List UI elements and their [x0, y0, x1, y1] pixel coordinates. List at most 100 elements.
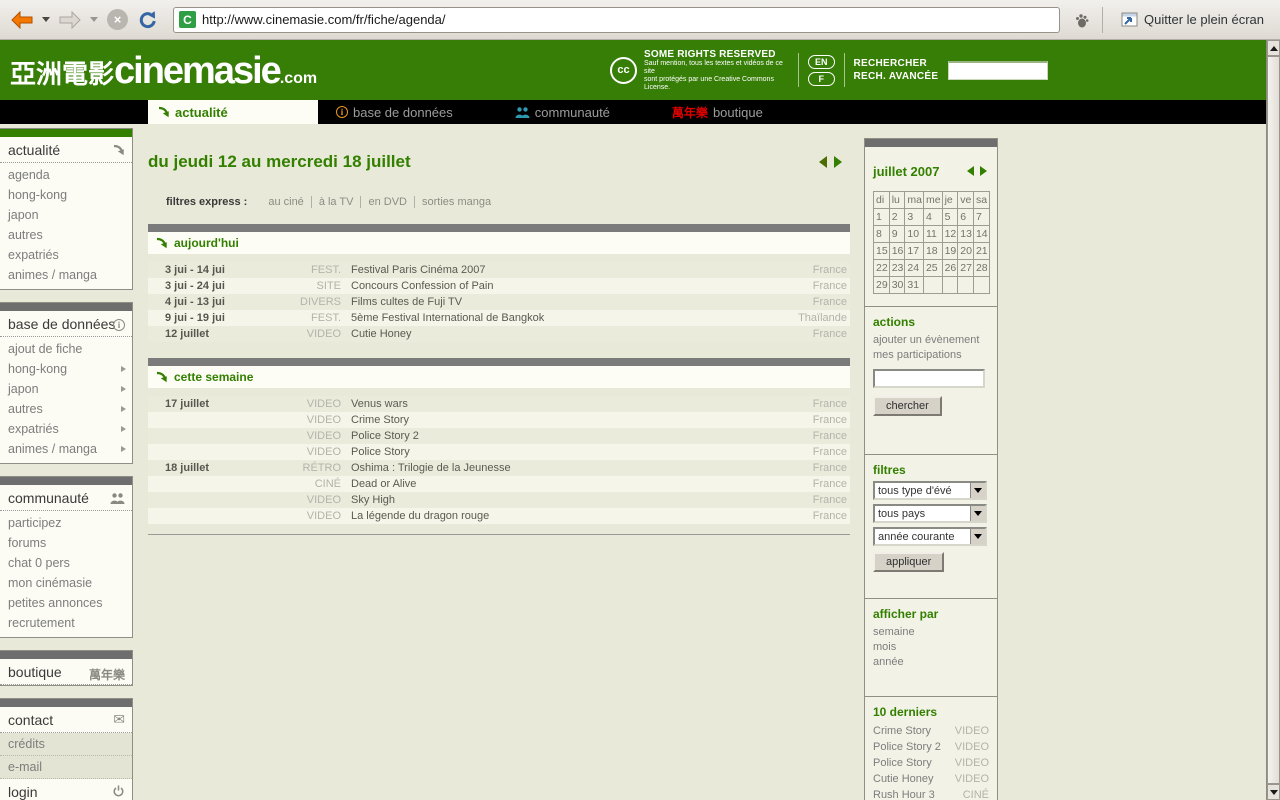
calendar-day[interactable]: 7: [973, 209, 989, 226]
forward-button[interactable]: [56, 5, 84, 35]
calendar-day[interactable]: 30: [889, 277, 905, 294]
sidebar-title-boutique[interactable]: boutique 萬年樂: [0, 659, 132, 685]
calendar-day[interactable]: [958, 277, 974, 294]
exit-fullscreen-button[interactable]: Quitter le plein écran: [1113, 8, 1272, 31]
creative-commons-icon[interactable]: cc: [610, 57, 637, 84]
sidebar-item-email[interactable]: e-mail: [0, 756, 132, 779]
add-event-link[interactable]: ajouter un évènement: [873, 333, 989, 348]
sidebar-item-japon[interactable]: japon: [0, 205, 132, 225]
event-row[interactable]: 3 jui - 24 juiSITEConcours Confession of…: [148, 278, 850, 294]
display-month-link[interactable]: mois: [873, 640, 989, 655]
tab-boutique[interactable]: 萬年樂 boutique: [662, 100, 773, 124]
sidebar-item-petites-annonces[interactable]: petites annonces: [0, 593, 132, 613]
sidebar-item-credits[interactable]: crédits: [0, 733, 132, 756]
sidebar-item-animes-manga[interactable]: animes / manga: [0, 265, 132, 285]
lang-fr-button[interactable]: F: [808, 72, 835, 86]
scrollbar-thumb[interactable]: [1267, 56, 1280, 784]
calendar-day[interactable]: 9: [889, 226, 905, 243]
calendar-day[interactable]: 10: [905, 226, 924, 243]
sidebar-item-participez[interactable]: participez: [0, 513, 132, 533]
url-input[interactable]: [202, 12, 1054, 27]
header-search-input[interactable]: [948, 61, 1048, 80]
filter-sorties-manga[interactable]: sorties manga: [415, 196, 498, 208]
calendar-day[interactable]: 27: [958, 260, 974, 277]
calendar-day[interactable]: 18: [923, 243, 942, 260]
recent-item[interactable]: VIDEOPolice Story: [873, 755, 989, 771]
vertical-scrollbar[interactable]: [1266, 40, 1280, 800]
calendar-day[interactable]: 17: [905, 243, 924, 260]
recent-item[interactable]: CINÉRush Hour 3: [873, 787, 989, 800]
calendar-day[interactable]: 12: [942, 226, 958, 243]
tab-base-de-donnees[interactable]: i base de données: [326, 100, 463, 124]
sidebar-title-login[interactable]: login: [0, 779, 132, 800]
calendar-day[interactable]: 2: [889, 209, 905, 226]
country-select[interactable]: tous pays: [873, 504, 987, 523]
event-row[interactable]: 4 jui - 13 juiDIVERSFilms cultes de Fuji…: [148, 294, 850, 310]
calendar-day[interactable]: 13: [958, 226, 974, 243]
event-row[interactable]: VIDEOPolice Story 2France: [148, 428, 850, 444]
event-row[interactable]: 12 juilletVIDEOCutie HoneyFrance: [148, 326, 850, 342]
event-row[interactable]: VIDEOSky HighFrance: [148, 492, 850, 508]
calendar-prev-arrow[interactable]: [967, 166, 974, 176]
sidebar-item-mon-cinemasie[interactable]: mon cinémasie: [0, 573, 132, 593]
back-history-dropdown[interactable]: [42, 17, 50, 22]
search-link[interactable]: RECHERCHER: [854, 57, 939, 70]
actions-search-input[interactable]: [873, 369, 985, 388]
filter-au-cine[interactable]: au ciné: [261, 196, 311, 208]
filter-a-la-tv[interactable]: à la TV: [312, 196, 362, 208]
event-row[interactable]: 9 jui - 19 juiFEST.5ème Festival Interna…: [148, 310, 850, 326]
calendar-day[interactable]: 15: [874, 243, 890, 260]
sidebar-item-db-hong-kong[interactable]: hong-kong: [0, 359, 132, 379]
calendar-day[interactable]: 21: [973, 243, 989, 260]
sidebar-item-chat[interactable]: chat 0 pers: [0, 553, 132, 573]
sidebar-item-forums[interactable]: forums: [0, 533, 132, 553]
calendar-day[interactable]: 24: [905, 260, 924, 277]
sidebar-title-actualite[interactable]: actualité: [0, 137, 132, 163]
event-row[interactable]: 3 jui - 14 juiFEST.Festival Paris Cinéma…: [148, 262, 850, 278]
calendar-day[interactable]: 16: [889, 243, 905, 260]
advanced-search-link[interactable]: RECH. AVANCÉE: [854, 70, 939, 83]
site-logo[interactable]: 亞洲電影 cinemasie .com: [10, 54, 317, 91]
calendar-day[interactable]: 14: [973, 226, 989, 243]
display-week-link[interactable]: semaine: [873, 625, 989, 640]
event-type-select[interactable]: tous type d'évé: [873, 481, 987, 500]
calendar-day[interactable]: 29: [874, 277, 890, 294]
recent-item[interactable]: VIDEOCutie Honey: [873, 771, 989, 787]
calendar-day[interactable]: 6: [958, 209, 974, 226]
recent-item[interactable]: VIDEOCrime Story: [873, 723, 989, 739]
calendar-day[interactable]: 22: [874, 260, 890, 277]
previous-week-arrow[interactable]: [819, 156, 827, 168]
calendar-day[interactable]: [973, 277, 989, 294]
event-row[interactable]: VIDEOLa légende du dragon rougeFrance: [148, 508, 850, 524]
calendar-day[interactable]: 23: [889, 260, 905, 277]
scroll-up-button[interactable]: [1267, 40, 1280, 56]
sidebar-item-expatries[interactable]: expatriés: [0, 245, 132, 265]
back-button[interactable]: [8, 5, 36, 35]
calendar-day[interactable]: 4: [923, 209, 942, 226]
forward-history-dropdown[interactable]: [90, 17, 98, 22]
next-week-arrow[interactable]: [834, 156, 842, 168]
calendar-day[interactable]: 25: [923, 260, 942, 277]
recent-item[interactable]: VIDEOPolice Story 2: [873, 739, 989, 755]
calendar-day[interactable]: 31: [905, 277, 924, 294]
sidebar-title-communaute[interactable]: communauté: [0, 485, 132, 511]
calendar-day[interactable]: 3: [905, 209, 924, 226]
calendar-day[interactable]: 5: [942, 209, 958, 226]
url-bar[interactable]: C: [173, 7, 1060, 33]
calendar-day[interactable]: 1: [874, 209, 890, 226]
appliquer-button[interactable]: appliquer: [873, 552, 944, 572]
event-row[interactable]: VIDEOCrime StoryFrance: [148, 412, 850, 428]
event-row[interactable]: CINÉDead or AliveFrance: [148, 476, 850, 492]
sidebar-item-agenda[interactable]: agenda: [0, 165, 132, 185]
chercher-button[interactable]: chercher: [873, 396, 942, 416]
sidebar-item-db-expatries[interactable]: expatriés: [0, 419, 132, 439]
calendar-next-arrow[interactable]: [980, 166, 987, 176]
calendar-day[interactable]: 19: [942, 243, 958, 260]
sidebar-title-contact[interactable]: contact ✉: [0, 707, 132, 733]
sidebar-item-db-animes-manga[interactable]: animes / manga: [0, 439, 132, 459]
calendar-day[interactable]: [942, 277, 958, 294]
lang-en-button[interactable]: EN: [808, 55, 835, 69]
sidebar-item-db-japon[interactable]: japon: [0, 379, 132, 399]
sidebar-item-autres[interactable]: autres: [0, 225, 132, 245]
sidebar-title-base[interactable]: base de données i: [0, 311, 132, 337]
